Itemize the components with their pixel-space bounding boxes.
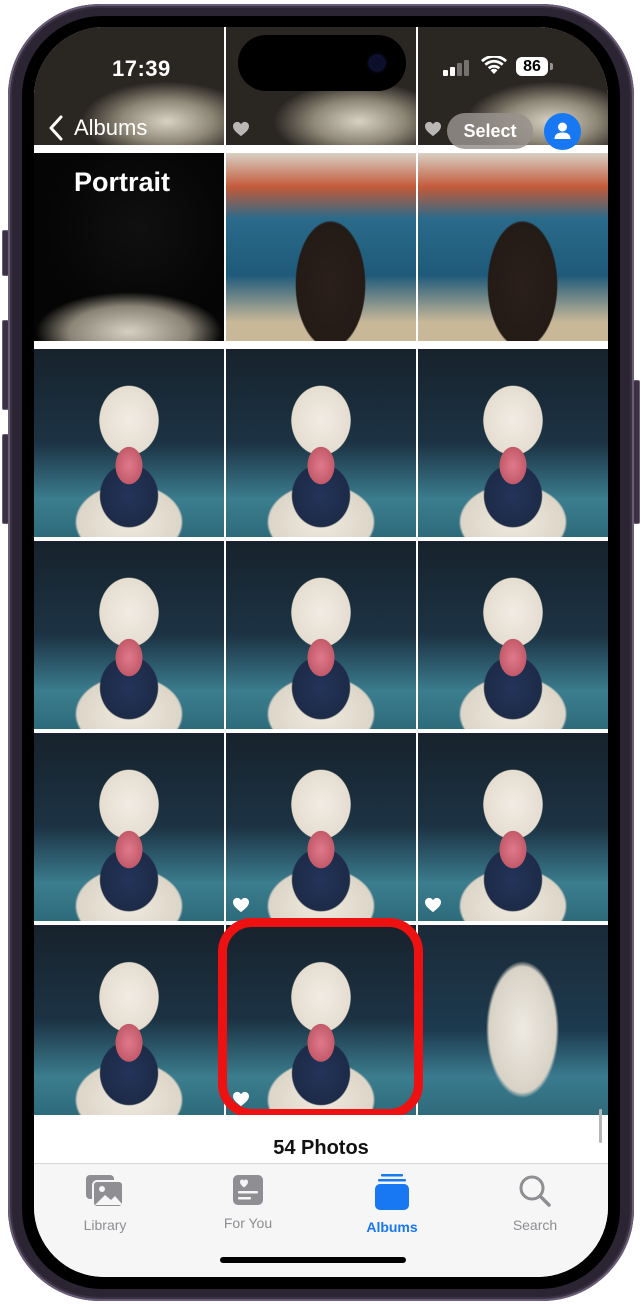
grid-footer: 54 Photos [34,1115,608,1163]
status-time: 17:39 [112,56,171,81]
photo-image [226,349,416,537]
album-title: Portrait [74,167,171,197]
photo-thumbnail[interactable] [226,349,416,537]
photo-count: 54 Photos [273,1137,369,1159]
photo-thumbnail[interactable] [418,349,608,537]
tab-label: Albums [366,1219,418,1235]
tab-for-you[interactable]: For You [193,1174,303,1231]
back-button[interactable]: Albums [48,115,147,141]
status-bar: 17:39 86 [34,27,608,91]
for-you-icon [233,1175,263,1205]
battery-indicator: 86 [516,57,548,76]
photo-image [226,153,416,341]
profile-button[interactable] [544,113,581,150]
tab-search[interactable]: Search [480,1174,590,1233]
scroll-indicator[interactable] [599,1109,602,1143]
power-button [633,380,640,524]
signal-icon [443,60,469,76]
tab-albums[interactable]: Albums [337,1174,447,1235]
photo-thumbnail[interactable] [34,925,224,1115]
person-icon [554,122,571,139]
back-label: Albums [74,115,148,140]
photo-thumbnail[interactable] [226,925,416,1115]
tab-label: For You [223,1215,273,1231]
photo-image [34,733,224,921]
volume-down-button [2,434,9,524]
photo-thumbnail[interactable] [34,349,224,537]
camera-icon [370,56,384,70]
tab-label: Library [83,1217,127,1233]
home-indicator[interactable] [220,1257,406,1263]
photo-image [226,733,416,921]
photo-thumbnail[interactable] [34,541,224,729]
photo-image [418,153,608,341]
favorite-heart-icon [232,1091,250,1107]
photo-thumbnail[interactable] [418,153,608,341]
wifi-icon [481,56,507,74]
photo-image [418,733,608,921]
photo-thumbnail[interactable] [418,925,608,1115]
battery-cap [550,63,553,70]
photo-image [418,349,608,537]
tab-library[interactable]: Library [50,1174,160,1233]
photo-image [418,541,608,729]
albums-icon [375,1174,409,1210]
photo-image [34,349,224,537]
photo-image [34,925,224,1115]
select-button[interactable]: Select [447,113,533,149]
photo-image [226,925,416,1115]
photo-image [226,541,416,729]
photo-image [34,541,224,729]
favorite-heart-icon [424,897,442,913]
favorite-heart-icon [232,897,250,913]
photo-image [418,925,608,1115]
nav-bar: Albums Select [34,111,608,151]
tab-label: Search [512,1217,558,1233]
action-button [2,230,9,276]
dynamic-island [238,35,406,91]
photo-thumbnail[interactable] [418,733,608,921]
photo-thumbnail[interactable] [418,541,608,729]
photo-thumbnail[interactable] [226,541,416,729]
chevron-left-icon [49,115,63,141]
photo-library-icon [86,1175,124,1208]
photo-thumbnail[interactable] [226,733,416,921]
screen: Portrait 17:39 86 Albums Select 54 Photo… [34,27,608,1277]
search-icon [519,1175,551,1207]
photo-thumbnail[interactable] [34,733,224,921]
volume-up-button [2,320,9,410]
photo-thumbnail[interactable] [226,153,416,341]
